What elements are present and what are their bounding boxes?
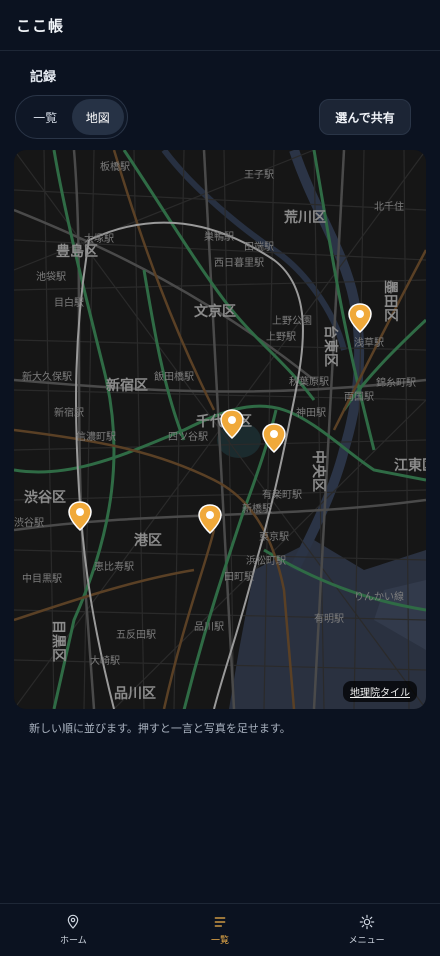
label-shinjuku: 新宿区 xyxy=(106,377,148,394)
sun-icon xyxy=(359,914,374,930)
label-kanda: 神田駅 xyxy=(296,406,326,419)
label-rinkai: りんかい線 xyxy=(354,590,404,603)
app-header: ここ帳 xyxy=(0,0,440,51)
app-title: ここ帳 xyxy=(16,16,65,35)
label-sumida: 墨田区 xyxy=(382,280,398,322)
hint-text: 新しい順に並びます。押すと一言と写真を足せます。 xyxy=(29,722,291,735)
section-label: 記録 xyxy=(30,70,57,85)
label-hamamatsucho: 浜松町駅 xyxy=(246,554,286,567)
label-otsuka: 大塚駅 xyxy=(84,232,114,245)
nav-home[interactable]: ホーム xyxy=(0,904,147,956)
label-oji: 王子駅 xyxy=(244,169,274,181)
label-tabata: 田端駅 xyxy=(244,240,274,253)
label-yotsuya: 四ツ谷駅 xyxy=(168,431,208,443)
label-shinagawa-station: 品川駅 xyxy=(194,621,224,633)
label-arakawa: 荒川区 xyxy=(283,209,326,226)
nav-list-label: 一覧 xyxy=(211,936,230,946)
view-toggle: 一覧 地図 xyxy=(15,95,128,139)
label-gotanda: 五反田駅 xyxy=(116,629,156,641)
label-mejiro: 目白駅 xyxy=(54,296,84,309)
label-ryogoku: 両国駅 xyxy=(344,391,374,403)
label-taito: 台東区 xyxy=(322,325,339,367)
label-toshima: 豊島区 xyxy=(56,243,98,260)
label-minato: 港区 xyxy=(134,532,162,549)
label-shimbashi: 新橋駅 xyxy=(242,502,272,515)
nav-menu-label: メニュー xyxy=(348,936,385,946)
label-meguro: 目黒区 xyxy=(50,620,66,662)
label-akihabara: 秋葉原駅 xyxy=(289,375,329,388)
label-yurakucho: 有楽町駅 xyxy=(262,488,302,501)
label-uenokoen: 上野公園 xyxy=(272,315,312,327)
nav-list[interactable]: 一覧 xyxy=(147,904,294,956)
label-ueno: 上野駅 xyxy=(266,331,296,343)
label-tokyo: 東京駅 xyxy=(259,530,289,543)
label-tamachi: 田町駅 xyxy=(224,571,254,583)
label-itabashi: 板橋駅 xyxy=(100,160,130,173)
nav-menu[interactable]: メニュー xyxy=(293,904,440,956)
label-ebisu: 恵比寿駅 xyxy=(94,560,134,573)
map-view-tab[interactable]: 地図 xyxy=(71,99,124,135)
label-nishinippori: 西日暮里駅 xyxy=(214,256,264,269)
select-share-button[interactable]: 選んで共有 xyxy=(319,99,411,135)
list-icon xyxy=(214,917,226,927)
label-kinshicho: 錦糸町駅 xyxy=(376,376,416,389)
label-kitasenju: 北千住 xyxy=(374,200,404,213)
label-ariake: 有明駅 xyxy=(314,612,344,625)
label-shibuya: 渋谷区 xyxy=(24,489,66,506)
map-canvas: 豊島区 文京区 荒川区 墨田区 新宿区 千代田区 中央区 江東区 渋谷区 港区 … xyxy=(14,150,426,709)
map-view[interactable]: 豊島区 文京区 荒川区 墨田区 新宿区 千代田区 中央区 江東区 渋谷区 港区 … xyxy=(14,150,426,709)
label-iidabashi: 飯田橋駅 xyxy=(154,370,194,383)
label-chuo: 中央区 xyxy=(310,450,327,492)
nav-home-label: ホーム xyxy=(59,936,87,946)
label-osaki: 大崎駅 xyxy=(90,654,120,667)
label-shinjuku-station: 新宿駅 xyxy=(54,406,84,419)
label-nakameguro: 中目黒駅 xyxy=(22,572,62,585)
list-view-tab[interactable]: 一覧 xyxy=(19,99,72,135)
bottom-nav: ホーム 一覧 メニュー xyxy=(0,903,440,956)
app-root: ここ帳 記録 一覧 地図 選んで共有 豊島区 文京区 荒川区 墨田区 新宿区 中… xyxy=(0,0,440,956)
label-shibuya-station: 渋谷駅 xyxy=(14,516,44,529)
label-koto: 江東区 xyxy=(394,457,426,474)
label-sugamo: 巣鴨駅 xyxy=(204,230,234,243)
map-pin-icon xyxy=(68,914,79,929)
label-shinagawa: 品川区 xyxy=(114,686,156,702)
label-shinanomachi: 信濃町駅 xyxy=(76,430,116,443)
label-ikebukuro: 池袋駅 xyxy=(36,270,66,283)
map-attribution-link[interactable]: 地理院タイル xyxy=(343,681,417,702)
label-shinokubo: 新大久保駅 xyxy=(22,370,72,383)
label-bunkyo: 文京区 xyxy=(194,303,236,320)
label-asakusa: 浅草駅 xyxy=(354,336,384,349)
